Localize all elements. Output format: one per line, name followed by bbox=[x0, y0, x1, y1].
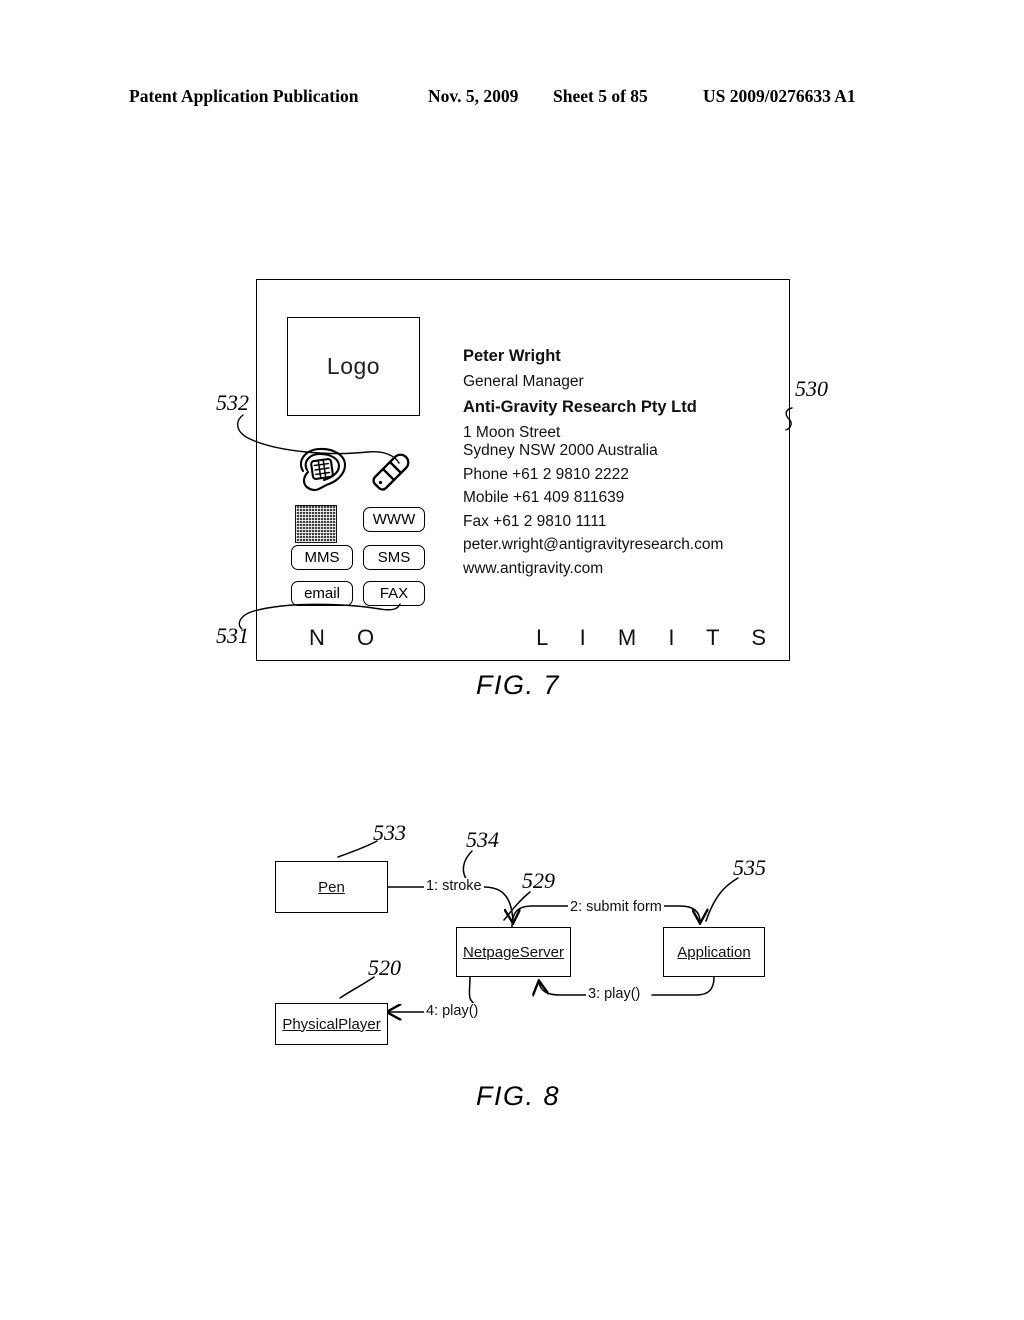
email-button[interactable]: email bbox=[291, 581, 353, 606]
leader-533 bbox=[337, 840, 378, 858]
reference-numeral-533: 533 bbox=[373, 820, 406, 845]
figure-7: Logo WWW MMS SMS email FAX Peter Wright … bbox=[0, 0, 1024, 1320]
leader-535 bbox=[705, 877, 739, 922]
contact-phone: Phone +61 2 9810 2222 bbox=[463, 465, 629, 483]
physical-player-object-label: PhysicalPlayer bbox=[282, 1015, 381, 1033]
tagline-left: N O bbox=[309, 625, 388, 650]
leader-534 bbox=[462, 850, 473, 882]
interactive-button-group: WWW MMS SMS email FAX bbox=[285, 445, 455, 606]
message-label-3-play: 3: play() bbox=[586, 986, 643, 1002]
contact-website: www.antigravity.com bbox=[463, 559, 604, 577]
pen-object[interactable]: Pen bbox=[275, 861, 388, 913]
reference-numeral-530: 530 bbox=[795, 376, 828, 401]
connector-1-stroke-b bbox=[483, 886, 513, 922]
reference-numeral-529: 529 bbox=[522, 868, 555, 893]
reference-numeral-535: 535 bbox=[733, 855, 766, 880]
card-tagline: N O L I M I T S bbox=[309, 625, 779, 651]
reference-numeral-520: 520 bbox=[368, 955, 401, 980]
tagline-right: L I M I T S bbox=[536, 625, 779, 650]
card-contact-details: Peter Wright General Manager Anti-Gravit… bbox=[463, 348, 783, 576]
reference-numeral-531: 531 bbox=[216, 623, 249, 648]
business-card: Logo WWW MMS SMS email FAX Peter Wright … bbox=[256, 279, 790, 661]
figure-8-caption: FIG. 8 bbox=[476, 1081, 561, 1111]
page-header: Patent Application Publication Nov. 5, 2… bbox=[0, 86, 1024, 112]
contact-name: Peter Wright bbox=[463, 347, 561, 365]
application-object[interactable]: Application bbox=[663, 927, 765, 977]
patent-number: US 2009/0276633 A1 bbox=[703, 86, 856, 106]
contact-mobile: Mobile +61 409 811639 bbox=[463, 489, 625, 506]
contact-email: peter.wright@antigravityresearch.com bbox=[463, 536, 724, 553]
sms-button[interactable]: SMS bbox=[363, 545, 425, 570]
publication-date: Nov. 5, 2009 bbox=[428, 86, 519, 106]
application-object-label: Application bbox=[677, 943, 751, 961]
reference-numeral-534: 534 bbox=[466, 827, 499, 852]
contact-fax: Fax +61 2 9810 1111 bbox=[463, 512, 607, 530]
contact-address-line-1: 1 Moon Street bbox=[463, 423, 561, 441]
pen-object-label: Pen bbox=[318, 878, 345, 896]
figure-7-caption: FIG. 7 bbox=[476, 670, 561, 700]
sheet-number: Sheet 5 of 85 bbox=[553, 86, 648, 106]
connector-3-play-b bbox=[539, 982, 587, 995]
leader-529 bbox=[503, 891, 531, 921]
www-button[interactable]: WWW bbox=[363, 507, 425, 532]
contact-job-title: General Manager bbox=[463, 372, 584, 390]
netpage-server-object-label: NetpageServer bbox=[463, 943, 564, 961]
connector-4-play-a bbox=[468, 976, 479, 1007]
reference-numeral-532: 532 bbox=[216, 390, 249, 415]
message-label-1-stroke: 1: stroke bbox=[424, 878, 484, 894]
mobile-phone-icon[interactable] bbox=[365, 447, 417, 499]
publication-label: Patent Application Publication bbox=[129, 86, 359, 106]
fax-button[interactable]: FAX bbox=[363, 581, 425, 606]
connector-2-submit-a bbox=[511, 905, 569, 928]
logo-placeholder-label: Logo bbox=[326, 353, 381, 379]
physical-player-object[interactable]: PhysicalPlayer bbox=[275, 1003, 388, 1045]
netpage-tag-pattern-icon[interactable] bbox=[295, 505, 337, 543]
logo-placeholder-box: Logo bbox=[287, 317, 420, 416]
netpage-server-object[interactable]: NetpageServer bbox=[456, 927, 571, 977]
contact-address-line-2: Sydney NSW 2000 Australia bbox=[463, 442, 658, 459]
landline-phone-icon[interactable] bbox=[293, 445, 351, 495]
contact-company: Anti-Gravity Research Pty Ltd bbox=[463, 398, 697, 416]
message-label-4-play: 4: play() bbox=[424, 1003, 481, 1019]
mms-button[interactable]: MMS bbox=[291, 545, 353, 570]
connector-3-play-a bbox=[651, 976, 715, 996]
message-label-2-submit-form: 2: submit form bbox=[568, 899, 664, 915]
